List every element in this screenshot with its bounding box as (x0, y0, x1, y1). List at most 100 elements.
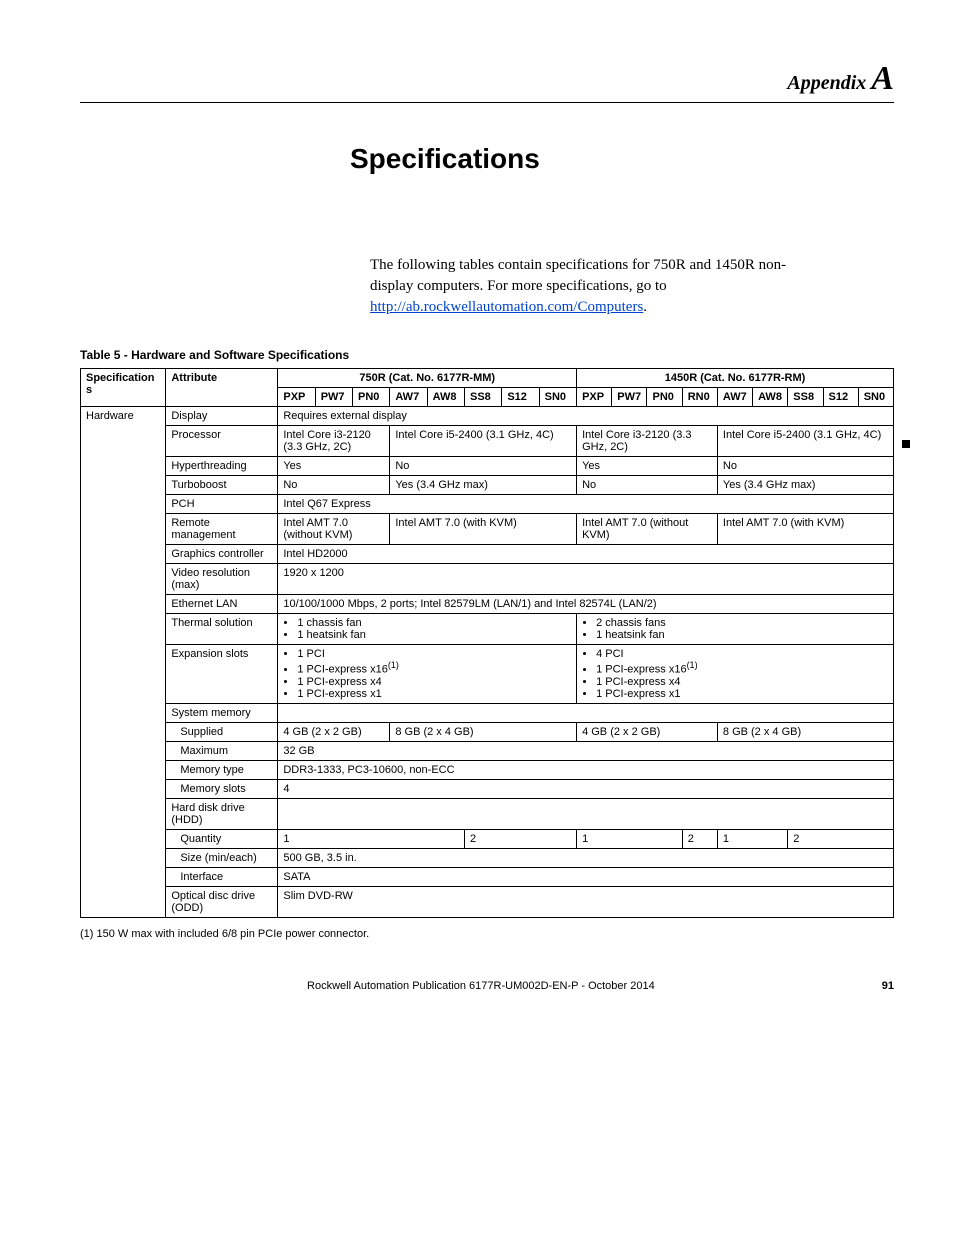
list-item: 1 heatsink fan (596, 629, 888, 641)
attr-qty: Quantity (166, 829, 278, 848)
list-item: 1 PCI-express x1 (596, 688, 888, 700)
appendix-letter: A (871, 60, 894, 97)
attr-processor: Processor (166, 426, 278, 457)
row-odd: Optical disc drive (ODD) Slim DVD-RW (81, 886, 894, 917)
val-thermal-a: 1 chassis fan 1 heatsink fan (278, 614, 577, 645)
page-footer: Rockwell Automation Publication 6177R-UM… (80, 980, 894, 992)
spec-table: Specifications Attribute 750R (Cat. No. … (80, 368, 894, 918)
val-tb-b: Yes (3.4 GHz max) (390, 476, 577, 495)
val-qty-a: 1 (278, 829, 465, 848)
col-attribute: Attribute (166, 369, 278, 407)
col-750-0: PXP (278, 388, 315, 407)
val-sup-a: 4 GB (2 x 2 GB) (278, 722, 390, 741)
val-graphics: Intel HD2000 (278, 545, 894, 564)
attr-remote: Remote management (166, 514, 278, 545)
col-1450-5: AW8 (753, 388, 788, 407)
row-processor: Processor Intel Core i3-2120 (3.3 GHz, 2… (81, 426, 894, 457)
row-expansion: Expansion slots 1 PCI 1 PCI-express x16(… (81, 645, 894, 704)
val-proc-a: Intel Core i3-2120 (3.3 GHz, 2C) (278, 426, 390, 457)
val-ht-a: Yes (278, 457, 390, 476)
val-size: 500 GB, 3.5 in. (278, 848, 894, 867)
row-quantity: Quantity 1 2 1 2 1 2 (81, 829, 894, 848)
list-item: 1 PCI-express x1 (297, 688, 571, 700)
appendix-label: Appendix (787, 72, 866, 94)
attr-max: Maximum (166, 741, 278, 760)
val-display: Requires external display (278, 407, 894, 426)
row-sysmem: System memory (81, 703, 894, 722)
val-iface: SATA (278, 867, 894, 886)
page-title: Specifications (350, 143, 894, 175)
col-1450-4: AW7 (717, 388, 752, 407)
footnote-marker: (1) (687, 660, 698, 670)
val-sup-c: 4 GB (2 x 2 GB) (577, 722, 718, 741)
val-ht-b: No (390, 457, 577, 476)
val-proc-b: Intel Core i5-2400 (3.1 GHz, 4C) (390, 426, 577, 457)
list-item: 1 PCI-express x16(1) (297, 660, 571, 676)
attr-iface: Interface (166, 867, 278, 886)
section-marker (902, 440, 910, 448)
row-hyperthreading: Hyperthreading Yes No Yes No (81, 457, 894, 476)
row-videores: Video resolution (max) 1920 x 1200 (81, 564, 894, 595)
row-hdd: Hard disk drive (HDD) (81, 798, 894, 829)
attr-odd: Optical disc drive (ODD) (166, 886, 278, 917)
col-750-6: S12 (502, 388, 539, 407)
table-footnote: (1) 150 W max with included 6/8 pin PCIe… (80, 928, 894, 940)
list-item: 4 PCI (596, 648, 888, 660)
list-item: 1 PCI-express x4 (596, 676, 888, 688)
val-tb-c: No (577, 476, 718, 495)
attr-pch: PCH (166, 495, 278, 514)
val-max: 32 GB (278, 741, 894, 760)
footer-page-number: 91 (882, 980, 894, 992)
col-1450-8: SN0 (858, 388, 893, 407)
list-item: 1 heatsink fan (297, 629, 571, 641)
attr-tb: Turboboost (166, 476, 278, 495)
col-750-4: AW8 (427, 388, 464, 407)
row-thermal: Thermal solution 1 chassis fan 1 heatsin… (81, 614, 894, 645)
val-remote-b: Intel AMT 7.0 (with KVM) (390, 514, 577, 545)
cell-hardware-label: Hardware (81, 407, 166, 918)
val-proc-d: Intel Core i5-2400 (3.1 GHz, 4C) (717, 426, 893, 457)
intro-text: The following tables contain specificati… (370, 257, 786, 294)
val-odd: Slim DVD-RW (278, 886, 894, 917)
val-tb-d: Yes (3.4 GHz max) (717, 476, 893, 495)
row-remote: Remote management Intel AMT 7.0 (without… (81, 514, 894, 545)
val-remote-a: Intel AMT 7.0 (without KVM) (278, 514, 390, 545)
group-header-1450r: 1450R (Cat. No. 6177R-RM) (577, 369, 894, 388)
attr-supplied: Supplied (166, 722, 278, 741)
val-qty-f: 2 (788, 829, 894, 848)
footnote-marker: (1) (388, 660, 399, 670)
attr-exp: Expansion slots (166, 645, 278, 704)
horizontal-rule (80, 102, 894, 103)
attr-ht: Hyperthreading (166, 457, 278, 476)
appendix-header: Appendix A (80, 60, 894, 98)
attr-sysmem: System memory (166, 703, 278, 722)
val-memtype: DDR3-1333, PC3-10600, non-ECC (278, 760, 894, 779)
col-750-3: AW7 (390, 388, 427, 407)
attr-display: Display (166, 407, 278, 426)
attr-videores: Video resolution (max) (166, 564, 278, 595)
val-pch: Intel Q67 Express (278, 495, 894, 514)
row-pch: PCH Intel Q67 Express (81, 495, 894, 514)
val-sysmem-empty (278, 703, 894, 722)
attr-size: Size (min/each) (166, 848, 278, 867)
row-ethernet: Ethernet LAN 10/100/1000 Mbps, 2 ports; … (81, 595, 894, 614)
val-qty-e: 1 (717, 829, 787, 848)
val-qty-b: 2 (465, 829, 577, 848)
val-memslots: 4 (278, 779, 894, 798)
col-1450-1: PW7 (612, 388, 647, 407)
table-caption: Table 5 - Hardware and Software Specific… (80, 348, 894, 362)
val-eth: 10/100/1000 Mbps, 2 ports; Intel 82579LM… (278, 595, 894, 614)
row-supplied: Supplied 4 GB (2 x 2 GB) 8 GB (2 x 4 GB)… (81, 722, 894, 741)
val-videores: 1920 x 1200 (278, 564, 894, 595)
attr-hdd: Hard disk drive (HDD) (166, 798, 278, 829)
attr-eth: Ethernet LAN (166, 595, 278, 614)
col-750-1: PW7 (315, 388, 352, 407)
row-maximum: Maximum 32 GB (81, 741, 894, 760)
intro-period: . (643, 299, 647, 315)
col-1450-3: RN0 (682, 388, 717, 407)
val-ht-c: Yes (577, 457, 718, 476)
attr-thermal: Thermal solution (166, 614, 278, 645)
val-qty-d: 2 (682, 829, 717, 848)
intro-link[interactable]: http://ab.rockwellautomation.com/Compute… (370, 299, 643, 315)
row-size: Size (min/each) 500 GB, 3.5 in. (81, 848, 894, 867)
